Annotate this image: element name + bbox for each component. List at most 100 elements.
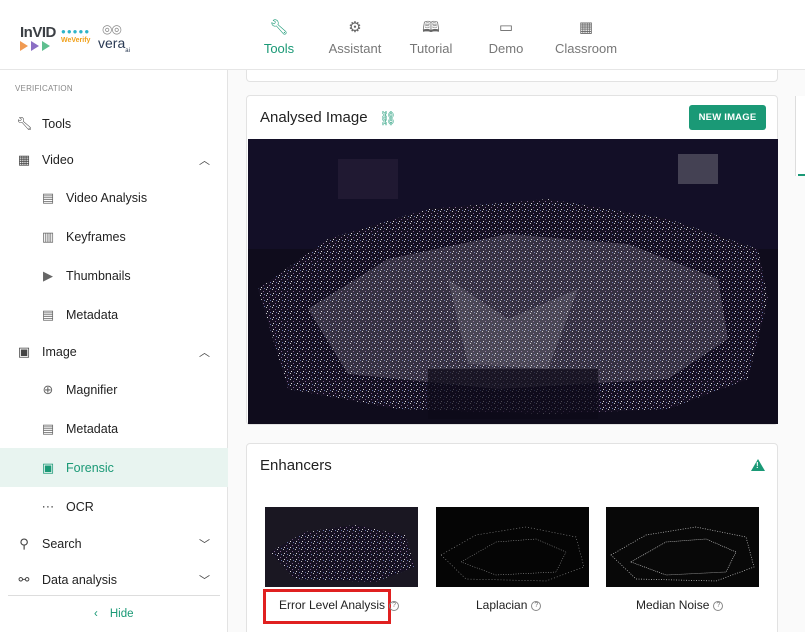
- sidebar-item-label: Metadata: [66, 422, 119, 436]
- nav-assistant-label: Assistant: [328, 41, 382, 56]
- vera-brain-icon: ◎◎: [102, 22, 122, 36]
- invid-triangle-3: [42, 41, 50, 51]
- nav-demo[interactable]: ▭ Demo: [486, 18, 526, 58]
- chevron-up-icon[interactable]: ︿: [199, 152, 210, 168]
- help-icon[interactable]: ?: [531, 601, 542, 611]
- sidebar-item-search[interactable]: ⚲ Search ﹀: [0, 525, 228, 563]
- weverify-logo-text: WeVerify: [61, 37, 91, 44]
- vera-logo-text: vera: [98, 35, 126, 51]
- analysed-image-title: Analysed Image: [260, 109, 368, 126]
- nav-demo-label: Demo: [488, 41, 524, 56]
- previous-card-edge: [246, 70, 778, 82]
- median-noise-thumbnail[interactable]: [606, 507, 759, 587]
- chevron-left-icon: ‹: [94, 608, 98, 620]
- sidebar-item-label: Tools: [42, 117, 72, 131]
- invid-logo-text: InVID: [20, 24, 56, 41]
- invid-logo[interactable]: InVID: [20, 24, 56, 51]
- sidebar-item-tools[interactable]: 🔧︎ Tools: [0, 105, 228, 143]
- sidebar-item-forensic[interactable]: ▣ Forensic: [0, 448, 228, 487]
- analysed-image-card: Analysed Image ⛓︎ NEW IMAGE: [246, 95, 778, 425]
- sidebar-item-label: Keyframes: [66, 230, 126, 244]
- help-icon[interactable]: ?: [389, 601, 400, 611]
- sidebar-item-label: Thumbnails: [66, 269, 131, 283]
- chevron-down-icon[interactable]: ﹀: [199, 536, 210, 552]
- sidebar-item-label: Data analysis: [42, 573, 118, 587]
- median-noise-label[interactable]: Median Noise?: [636, 598, 724, 612]
- sidebar-divider: [8, 595, 220, 596]
- chevron-up-icon[interactable]: ︿: [199, 344, 210, 360]
- ela-thumbnail-graphic: [265, 507, 418, 587]
- sidebar-item-thumbnails[interactable]: ▶ Thumbnails: [0, 257, 228, 295]
- sidebar-item-label: Magnifier: [66, 383, 118, 397]
- film-icon: ▦: [17, 152, 31, 167]
- vera-logo-suffix: ai: [125, 47, 130, 54]
- sidebar-item-magnifier[interactable]: ⊕ Magnifier: [0, 371, 228, 409]
- nav-assistant[interactable]: ⚙ Assistant: [326, 18, 384, 58]
- invid-triangle-1: [20, 41, 28, 51]
- sidebar-item-data-analysis[interactable]: ⚯ Data analysis ﹀: [0, 561, 228, 599]
- sidebar-item-image-metadata[interactable]: ▤ Metadata: [0, 410, 228, 448]
- sidebar-item-image[interactable]: ▣ Image ︿: [0, 333, 228, 371]
- forensic-icon: ▣: [41, 459, 55, 475]
- sidebar-item-label: Video Analysis: [66, 191, 148, 205]
- weverify-dots: ●●●●●: [61, 27, 91, 36]
- document-icon: ▤: [41, 421, 55, 436]
- sidebar-item-label: Search: [42, 537, 82, 551]
- laplacian-thumbnail[interactable]: [436, 507, 589, 587]
- nav-tools[interactable]: 🔧︎ Tools: [258, 18, 300, 58]
- link-icon[interactable]: ⛓︎: [379, 110, 397, 127]
- wrench-icon: 🔧︎: [16, 116, 33, 131]
- laplacian-label[interactable]: Laplacian?: [476, 598, 542, 612]
- sidebar-item-label: Forensic: [66, 460, 114, 475]
- magnifier-icon: ⊕: [42, 382, 54, 397]
- hide-label: Hide: [109, 608, 134, 620]
- sidebar: VERIFICATION 🔧︎ Tools ▦ Video ︿ ▤ Video …: [0, 70, 228, 632]
- wrench-icon: 🔧︎: [269, 19, 289, 36]
- nav-tutorial[interactable]: 🕮︎ Tutorial: [407, 18, 455, 58]
- analysed-image[interactable]: [248, 139, 778, 424]
- sidebar-item-label: Image: [42, 345, 77, 359]
- sidebar-item-label: Video: [42, 153, 74, 167]
- youtube-icon: ▶: [43, 268, 53, 283]
- median-noise-label-text: Median Noise: [636, 598, 710, 612]
- median-noise-thumbnail-graphic: [606, 507, 759, 587]
- ela-label[interactable]: Error Level Analysis?: [279, 598, 400, 612]
- sidebar-item-video-analysis[interactable]: ▤ Video Analysis: [0, 179, 228, 217]
- chevron-down-icon[interactable]: ﹀: [199, 572, 210, 588]
- enhancers-title: Enhancers: [260, 457, 332, 474]
- search-icon: ⚲: [19, 536, 29, 551]
- enhancers-card: Enhancers ! Error Level Analysis? Laplac…: [246, 443, 778, 632]
- warning-icon[interactable]: !: [751, 459, 765, 471]
- sidebar-item-label: Metadata: [66, 308, 119, 322]
- right-panel-edge: [795, 96, 805, 176]
- classroom-icon: ▦: [578, 19, 594, 36]
- graph-icon: ⚯: [18, 572, 30, 587]
- gamepad-icon: ▭: [498, 19, 514, 36]
- laplacian-label-text: Laplacian: [476, 598, 528, 612]
- sidebar-item-video[interactable]: ▦ Video ︿: [0, 141, 228, 179]
- hide-sidebar-button[interactable]: ‹ Hide: [94, 608, 146, 620]
- vera-logo[interactable]: veraai: [98, 35, 130, 54]
- laplacian-thumbnail-graphic: [436, 507, 589, 587]
- keyframes-icon: ▥: [41, 229, 55, 244]
- nav-classroom-label: Classroom: [554, 41, 618, 56]
- nav-tools-label: Tools: [263, 41, 295, 56]
- invid-triangle-2: [31, 41, 39, 51]
- right-panel-indicator: [798, 174, 805, 176]
- film-strip-icon: ▤: [41, 190, 55, 205]
- nav-classroom[interactable]: ▦ Classroom: [553, 18, 619, 58]
- document-icon: ▤: [41, 307, 55, 322]
- weverify-logo[interactable]: ●●●●● WeVerify: [61, 27, 95, 47]
- ela-label-text: Error Level Analysis: [279, 598, 386, 612]
- image-icon: ▣: [17, 344, 31, 359]
- new-image-button[interactable]: NEW IMAGE: [689, 105, 766, 130]
- sidebar-item-keyframes[interactable]: ▥ Keyframes: [0, 218, 228, 256]
- ela-thumbnail[interactable]: [265, 507, 418, 587]
- ocr-icon: ⋯: [41, 499, 55, 514]
- help-icon[interactable]: ?: [713, 601, 724, 611]
- sidebar-item-label: OCR: [66, 500, 94, 514]
- robot-icon: ⚙: [348, 19, 362, 36]
- sidebar-item-video-metadata[interactable]: ▤ Metadata: [0, 296, 228, 334]
- nav-tutorial-label: Tutorial: [409, 41, 453, 56]
- sidebar-item-ocr[interactable]: ⋯ OCR: [0, 488, 228, 526]
